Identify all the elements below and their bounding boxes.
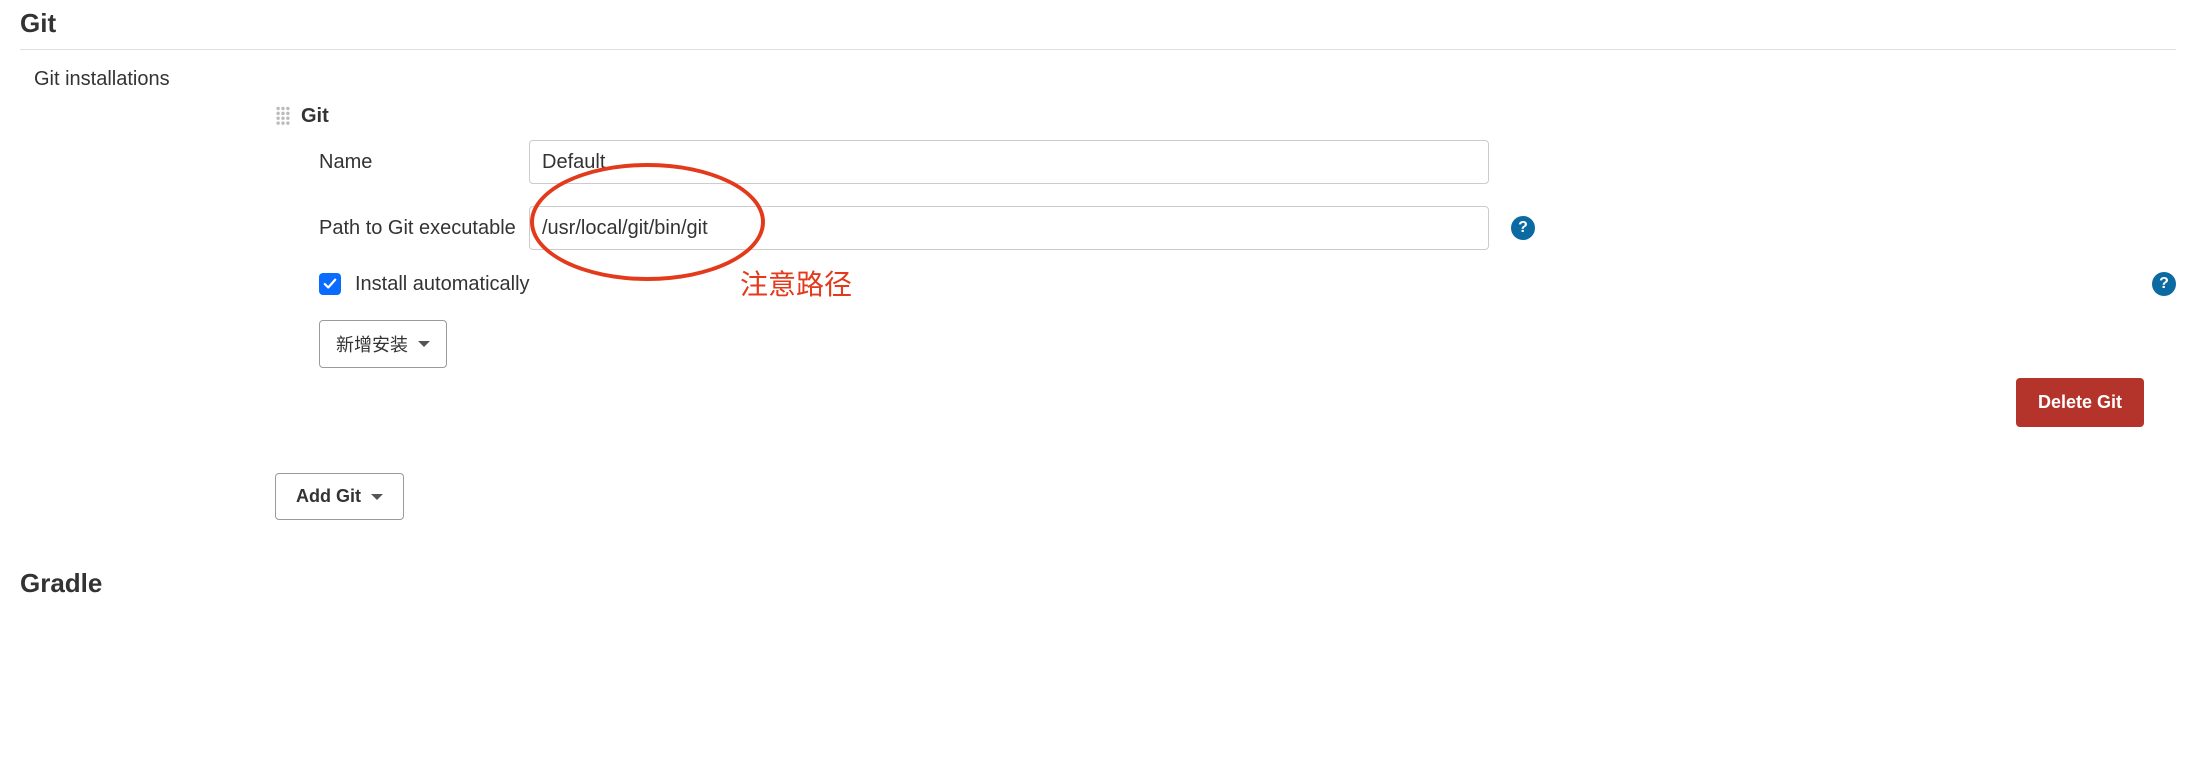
delete-git-button[interactable]: Delete Git — [2016, 378, 2144, 427]
add-installer-button[interactable]: 新增安装 — [319, 320, 447, 368]
caret-down-icon — [418, 341, 430, 347]
add-installer-label: 新增安装 — [336, 331, 408, 357]
path-to-git-input[interactable] — [529, 206, 1489, 250]
install-automatically-label: Install automatically — [355, 273, 530, 296]
name-label: Name — [319, 151, 529, 174]
git-installations-label: Git installations — [20, 68, 170, 91]
help-icon[interactable]: ? — [2152, 272, 2176, 296]
add-git-button[interactable]: Add Git — [275, 473, 404, 520]
section-header-git: Git — [20, 0, 2176, 50]
add-git-label: Add Git — [296, 486, 361, 507]
tool-title: Git — [301, 105, 329, 128]
path-label: Path to Git executable — [319, 217, 529, 240]
section-header-gradle: Gradle — [20, 560, 2176, 609]
help-icon[interactable]: ? — [1511, 216, 1535, 240]
name-input[interactable] — [529, 140, 1489, 184]
caret-down-icon — [371, 494, 383, 500]
drag-handle-icon[interactable] — [275, 106, 291, 128]
install-automatically-checkbox[interactable] — [319, 273, 341, 295]
